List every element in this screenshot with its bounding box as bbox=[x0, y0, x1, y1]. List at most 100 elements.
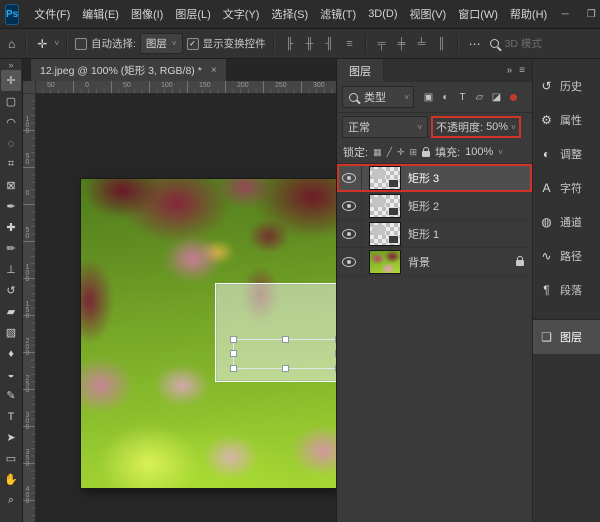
gradient-tool[interactable]: ▧ bbox=[1, 322, 21, 343]
lock-transparency-icon[interactable]: ▦ bbox=[373, 147, 382, 158]
panel-character[interactable]: A 字符 bbox=[533, 171, 600, 205]
frame-tool[interactable]: ⊠ bbox=[1, 175, 21, 196]
transform-handle[interactable] bbox=[282, 365, 289, 372]
visibility-toggle[interactable] bbox=[337, 248, 362, 275]
filter-type-dropdown[interactable]: 类型 ˅ bbox=[342, 86, 414, 108]
chevron-down-icon[interactable]: ˅ bbox=[498, 148, 503, 157]
crop-tool[interactable]: ⌗ bbox=[1, 154, 21, 175]
align-left-icon[interactable]: ╟ bbox=[282, 38, 298, 50]
quick-selection-tool[interactable]: ◌ bbox=[1, 133, 21, 154]
menu-item[interactable]: 帮助(H) bbox=[504, 3, 553, 25]
clone-stamp-tool[interactable]: ⊥ bbox=[1, 259, 21, 280]
hand-tool[interactable]: ✋ bbox=[1, 469, 21, 490]
menu-item[interactable]: 视图(V) bbox=[404, 3, 453, 25]
distribute-horizontal-icon[interactable]: ≡ bbox=[342, 38, 358, 50]
panel-channels[interactable]: ◍ 通道 bbox=[533, 205, 600, 239]
auto-select-dropdown[interactable]: 图层 ˅ bbox=[140, 33, 183, 54]
transform-bounding-box[interactable] bbox=[233, 339, 336, 369]
layer-thumbnail[interactable] bbox=[369, 250, 401, 274]
more-options-icon[interactable]: ⋯ bbox=[466, 37, 484, 51]
filter-type-icon[interactable]: T bbox=[455, 92, 470, 103]
menu-item[interactable]: 选择(S) bbox=[265, 3, 314, 25]
lock-pixels-icon[interactable]: ╱ bbox=[387, 147, 392, 158]
home-icon[interactable]: ⌂ bbox=[5, 37, 18, 51]
distribute-vertical-icon[interactable]: ║ bbox=[434, 38, 450, 50]
transform-handle[interactable] bbox=[230, 350, 237, 357]
chevron-down-icon[interactable]: ˅ bbox=[54, 39, 59, 48]
menu-item[interactable]: 编辑(E) bbox=[76, 3, 125, 25]
blend-mode-dropdown[interactable]: 正常 ˅ bbox=[342, 116, 428, 138]
panel-paragraph[interactable]: ¶ 段落 bbox=[533, 273, 600, 307]
collapse-panel-icon[interactable]: » bbox=[8, 60, 13, 70]
layer-thumbnail[interactable] bbox=[369, 222, 401, 246]
path-selection-tool[interactable]: ➤ bbox=[1, 427, 21, 448]
align-right-icon[interactable]: ╢ bbox=[322, 38, 338, 50]
transform-handle[interactable] bbox=[230, 336, 237, 343]
filter-pixel-icon[interactable]: ▣ bbox=[421, 92, 436, 103]
type-tool[interactable]: T bbox=[1, 406, 21, 427]
panel-menu-icon[interactable]: ≡ bbox=[519, 65, 525, 76]
transform-handle[interactable] bbox=[335, 350, 336, 357]
panel-paths[interactable]: ∿ 路径 bbox=[533, 239, 600, 273]
fill-value[interactable]: 100% bbox=[465, 146, 493, 158]
show-transform-checkbox[interactable]: ✓ bbox=[187, 38, 199, 50]
lasso-tool[interactable]: ◠ bbox=[1, 112, 21, 133]
close-icon[interactable]: × bbox=[211, 65, 217, 76]
document-image[interactable] bbox=[81, 179, 336, 488]
transform-handle[interactable] bbox=[335, 365, 336, 372]
opacity-control-highlighted[interactable]: 不透明度: 50% ˅ bbox=[431, 116, 521, 138]
filter-smartobject-icon[interactable]: ◪ bbox=[489, 92, 504, 103]
panel-layers[interactable]: ❏ 图层 bbox=[533, 319, 600, 354]
tab-layers[interactable]: 图层 bbox=[337, 59, 383, 82]
history-brush-tool[interactable]: ↺ bbox=[1, 280, 21, 301]
visibility-toggle[interactable] bbox=[337, 220, 362, 247]
visibility-toggle[interactable] bbox=[337, 164, 362, 191]
layer-row[interactable]: 矩形 1 bbox=[337, 220, 532, 248]
menu-item[interactable]: 图层(L) bbox=[169, 3, 216, 25]
healing-brush-tool[interactable]: ✚ bbox=[1, 217, 21, 238]
blur-tool[interactable]: ♦ bbox=[1, 343, 21, 364]
menu-item[interactable]: 3D(D) bbox=[362, 5, 403, 23]
align-bottom-icon[interactable]: ╧ bbox=[414, 38, 430, 50]
move-tool-icon[interactable]: ✛ bbox=[34, 37, 50, 51]
layer-row[interactable]: 矩形 2 bbox=[337, 192, 532, 220]
transform-handle[interactable] bbox=[282, 336, 289, 343]
zoom-tool[interactable]: ⌕ bbox=[1, 490, 21, 511]
shape-tool[interactable]: ▭ bbox=[1, 448, 21, 469]
menu-item[interactable]: 文件(F) bbox=[28, 3, 76, 25]
ruler-origin-corner[interactable] bbox=[23, 81, 36, 94]
filter-toggle-icon[interactable] bbox=[510, 94, 517, 101]
move-tool[interactable]: ✛ bbox=[1, 70, 21, 91]
brush-tool[interactable]: ✏ bbox=[1, 238, 21, 259]
maximize-button[interactable]: ❐ bbox=[579, 9, 600, 20]
opacity-value[interactable]: 50% bbox=[486, 121, 508, 133]
chevron-down-icon[interactable]: ˅ bbox=[511, 123, 516, 132]
lock-position-icon[interactable]: ✛ bbox=[397, 147, 405, 158]
marquee-tool[interactable]: ▢ bbox=[1, 91, 21, 112]
filter-adjustment-icon[interactable]: ◐ bbox=[438, 92, 453, 103]
menu-item[interactable]: 滤镜(T) bbox=[314, 3, 362, 25]
filter-shape-icon[interactable]: ▱ bbox=[472, 92, 487, 103]
eyedropper-tool[interactable]: ✒ bbox=[1, 196, 21, 217]
transform-handle[interactable] bbox=[335, 336, 336, 343]
pen-tool[interactable]: ✎ bbox=[1, 385, 21, 406]
layer-thumbnail[interactable] bbox=[369, 194, 401, 218]
layer-row[interactable]: 背景 bbox=[337, 248, 532, 276]
horizontal-ruler[interactable]: 50050100150200250300 bbox=[35, 81, 336, 94]
eraser-tool[interactable]: ▰ bbox=[1, 301, 21, 322]
menu-item[interactable]: 图像(I) bbox=[125, 3, 169, 25]
align-center-horizontal-icon[interactable]: ╫ bbox=[302, 38, 318, 50]
transform-handle[interactable] bbox=[230, 365, 237, 372]
collapse-panel-icon[interactable]: » bbox=[507, 65, 513, 76]
vertical-ruler[interactable]: 10050050100150200250300350400 bbox=[23, 93, 36, 522]
document-tab[interactable]: 12.jpeg @ 100% (矩形 3, RGB/8) * × bbox=[31, 59, 226, 81]
align-top-icon[interactable]: ╤ bbox=[374, 38, 390, 50]
visibility-toggle[interactable] bbox=[337, 192, 362, 219]
layer-thumbnail[interactable] bbox=[369, 166, 401, 190]
minimize-button[interactable]: ─ bbox=[553, 9, 577, 20]
panel-properties[interactable]: ⚙ 属性 bbox=[533, 103, 600, 137]
align-middle-icon[interactable]: ╪ bbox=[394, 38, 410, 50]
panel-adjustments[interactable]: ◐ 调整 bbox=[533, 137, 600, 171]
menu-item[interactable]: 窗口(W) bbox=[452, 3, 504, 25]
menu-item[interactable]: 文字(Y) bbox=[217, 3, 266, 25]
